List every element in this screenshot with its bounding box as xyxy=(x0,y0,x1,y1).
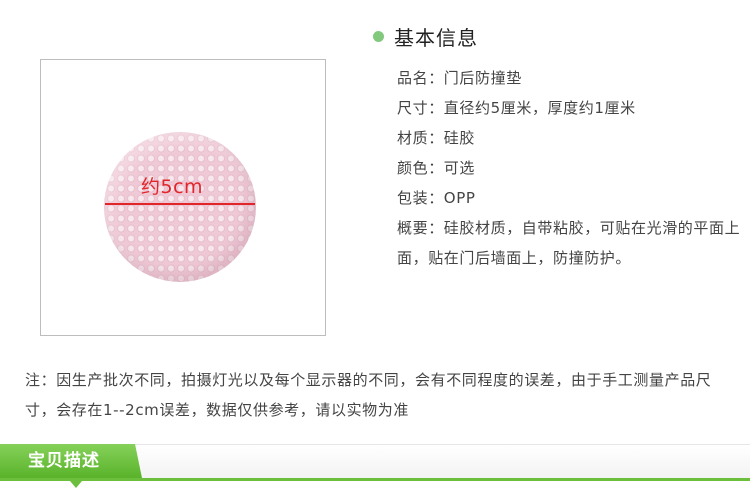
info-row-summary: 概要：硅胶材质，自带粘胶，可贴在光滑的平面上面，贴在门后墙面上，防撞防护。 xyxy=(397,219,741,267)
tab-down-arrow-icon xyxy=(70,481,82,488)
section-underline xyxy=(0,478,750,481)
section-tab-description: 宝贝描述 xyxy=(0,444,142,478)
info-row-color: 颜色：可选 xyxy=(397,159,476,177)
product-image: 约5cm xyxy=(40,59,326,336)
door-stopper-pad-image xyxy=(104,132,256,282)
info-row-name: 品名：门后防撞垫 xyxy=(397,69,522,87)
info-row-size: 尺寸：直径约5厘米，厚度约1厘米 xyxy=(397,99,636,117)
diameter-line xyxy=(105,203,255,205)
bullet-dot-icon xyxy=(373,31,384,42)
info-list: 品名：门后防撞垫 尺寸：直径约5厘米，厚度约1厘米 材质：硅胶 颜色：可选 包装… xyxy=(397,63,743,273)
info-row-package: 包装：OPP xyxy=(397,189,476,207)
info-title: 基本信息 xyxy=(394,26,478,50)
disclaimer-note: 注：因生产批次不同，拍摄灯光以及每个显示器的不同，会有不同程度的误差，由于手工测… xyxy=(25,371,712,419)
info-row-material: 材质：硅胶 xyxy=(397,129,476,147)
info-header: 基本信息 xyxy=(373,22,478,51)
diameter-label: 约5cm xyxy=(141,176,204,198)
